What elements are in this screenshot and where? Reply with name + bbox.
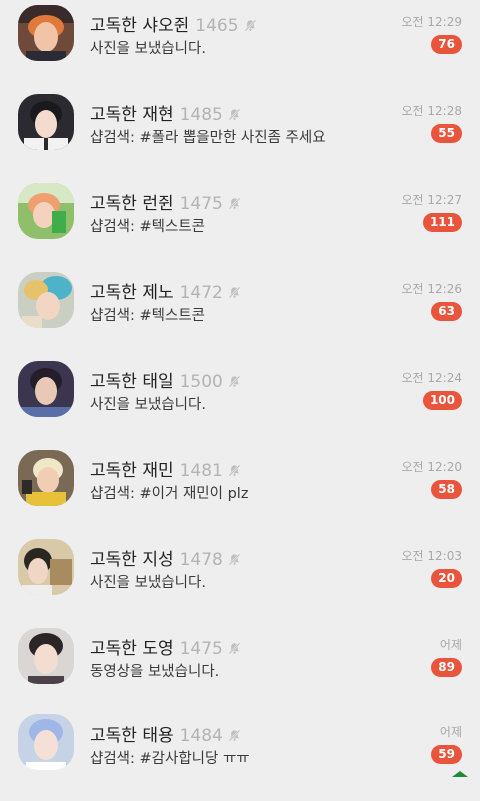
message-time: 오전 12:24 — [401, 371, 462, 385]
chat-row[interactable]: 고독한 재민 1481 샵검색: #이거 재민이 plz 오전 12:20 58 — [0, 445, 480, 534]
unread-badge: 111 — [422, 213, 462, 232]
member-count: 1472 — [179, 283, 223, 303]
chat-name: 고독한 태일 1500 — [90, 367, 241, 393]
message-time: 오전 12:03 — [401, 549, 462, 563]
chat-row[interactable]: 고독한 태용 1484 샵검색: #감사합니당 ㅠㅠ 어제 59 — [0, 712, 480, 801]
message-time: 어제 — [439, 638, 462, 652]
chat-row[interactable]: 고독한 태일 1500 사진을 보냈습니다. 오전 12:24 100 — [0, 356, 480, 445]
message-time: 오전 12:29 — [401, 15, 462, 29]
chat-row[interactable]: 고독한 재현 1485 샵검색: #폴라 뽑을만한 사진좀 주세요 오전 12:2… — [0, 89, 480, 178]
chat-avatar[interactable] — [18, 361, 74, 417]
unread-badge: 20 — [431, 569, 462, 588]
message-time: 오전 12:20 — [401, 460, 462, 474]
message-time: 오전 12:26 — [401, 282, 462, 296]
chat-name: 고독한 샤오쥔 1465 — [90, 11, 257, 37]
member-count: 1481 — [179, 461, 223, 481]
chat-avatar[interactable] — [18, 714, 74, 770]
member-count: 1475 — [179, 194, 223, 214]
chat-avatar[interactable] — [18, 183, 74, 239]
chat-avatar[interactable] — [18, 272, 74, 328]
member-count: 1484 — [179, 726, 223, 746]
mute-icon — [228, 462, 241, 482]
last-message: 사진을 보냈습니다. — [90, 41, 206, 57]
chat-title: 고독한 도영 — [90, 639, 174, 659]
chat-name: 고독한 도영 1475 — [90, 634, 241, 660]
unread-badge: 89 — [431, 658, 462, 677]
mute-icon — [228, 373, 241, 393]
mute-icon — [228, 727, 241, 747]
member-count: 1478 — [179, 550, 223, 570]
message-time: 어제 — [439, 725, 462, 739]
message-time: 오전 12:28 — [401, 104, 462, 118]
chat-name: 고독한 재현 1485 — [90, 100, 241, 126]
chat-name: 고독한 지성 1478 — [90, 545, 241, 571]
chat-row[interactable]: 고독한 샤오쥔 1465 사진을 보냈습니다. 오전 12:29 76 — [0, 0, 480, 89]
unread-badge: 100 — [422, 391, 462, 410]
mute-icon — [228, 551, 241, 571]
last-message: 샵검색: #텍스트콘 — [90, 219, 206, 235]
chat-row[interactable]: 고독한 지성 1478 사진을 보냈습니다. 오전 12:03 20 — [0, 534, 480, 623]
chat-name: 고독한 런쥔 1475 — [90, 189, 241, 215]
member-count: 1485 — [179, 105, 223, 125]
chat-name: 고독한 제노 1472 — [90, 278, 241, 304]
chat-title: 고독한 샤오쥔 — [90, 16, 190, 36]
member-count: 1465 — [195, 16, 239, 36]
unread-badge: 55 — [431, 124, 462, 143]
chat-title: 고독한 제노 — [90, 283, 174, 303]
chat-name: 고독한 재민 1481 — [90, 456, 241, 482]
last-message: 샵검색: #텍스트콘 — [90, 308, 206, 324]
last-message: 사진을 보냈습니다. — [90, 397, 206, 413]
chat-title: 고독한 런쥔 — [90, 194, 174, 214]
unread-badge: 63 — [431, 302, 462, 321]
member-count: 1475 — [179, 639, 223, 659]
mute-icon — [228, 640, 241, 660]
unread-badge: 76 — [431, 35, 462, 54]
last-message: 사진을 보냈습니다. — [90, 575, 206, 591]
chat-title: 고독한 태일 — [90, 372, 174, 392]
chat-title: 고독한 태용 — [90, 726, 174, 746]
chat-row[interactable]: 고독한 도영 1475 동영상을 보냈습니다. 어제 89 — [0, 623, 480, 712]
mute-icon — [228, 284, 241, 304]
member-count: 1500 — [179, 372, 223, 392]
chat-title: 고독한 재민 — [90, 461, 174, 481]
corner-marker — [452, 771, 468, 777]
chat-name: 고독한 태용 1484 — [90, 721, 241, 747]
chat-avatar[interactable] — [18, 5, 74, 61]
mute-icon — [244, 17, 257, 37]
mute-icon — [228, 195, 241, 215]
chat-avatar[interactable] — [18, 450, 74, 506]
chat-avatar[interactable] — [18, 539, 74, 595]
mute-icon — [228, 106, 241, 126]
chat-avatar[interactable] — [18, 628, 74, 684]
chat-title: 고독한 지성 — [90, 550, 174, 570]
last-message: 샵검색: #이거 재민이 plz — [90, 486, 249, 502]
last-message: 동영상을 보냈습니다. — [90, 664, 220, 680]
last-message: 샵검색: #폴라 뽑을만한 사진좀 주세요 — [90, 130, 326, 146]
unread-badge: 58 — [431, 480, 462, 499]
chat-title: 고독한 재현 — [90, 105, 174, 125]
unread-badge: 59 — [431, 745, 462, 764]
chat-row[interactable]: 고독한 제노 1472 샵검색: #텍스트콘 오전 12:26 63 — [0, 267, 480, 356]
last-message: 샵검색: #감사합니당 ㅠㅠ — [90, 751, 250, 767]
message-time: 오전 12:27 — [401, 193, 462, 207]
chat-avatar[interactable] — [18, 94, 74, 150]
chat-row[interactable]: 고독한 런쥔 1475 샵검색: #텍스트콘 오전 12:27 111 — [0, 178, 480, 267]
